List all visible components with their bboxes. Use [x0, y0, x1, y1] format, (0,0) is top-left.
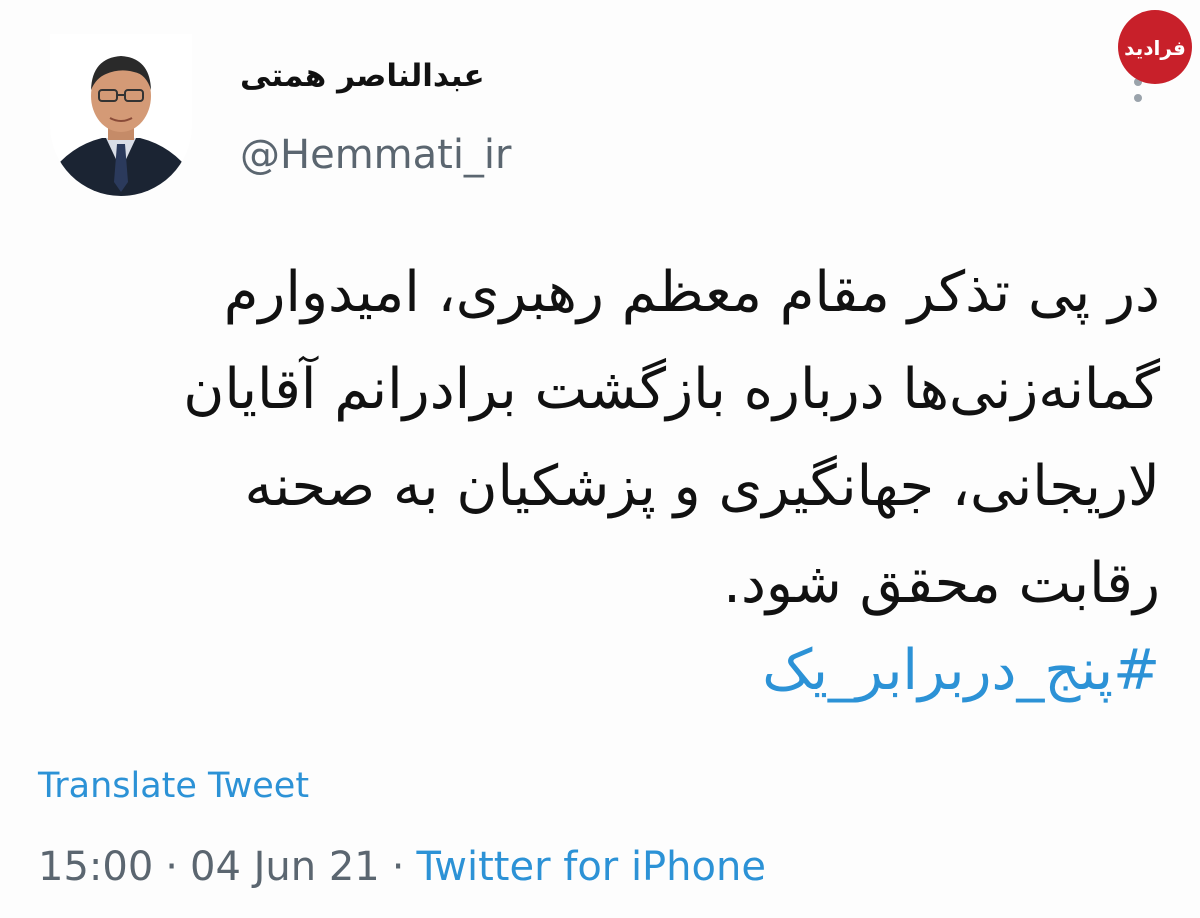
svg-text:فرادید: فرادید [1124, 36, 1186, 60]
tweet-text-line: لاریجانی، جهانگیری و پزشکیان به صحنه [244, 454, 1160, 519]
tweet-source-link[interactable]: Twitter for iPhone [416, 844, 766, 890]
tweet-meta: 15:00 · 04 Jun 21 · Twitter for iPhone [38, 844, 766, 890]
tweet-time[interactable]: 15:00 [38, 844, 153, 890]
profile-photo-icon [50, 34, 192, 196]
meta-separator: · [165, 844, 178, 890]
avatar[interactable] [50, 34, 192, 196]
watermark-logo: فرادید [1116, 8, 1194, 86]
tweet-card: عبدالناصر همتی @Hemmati_ir فرادید در پی … [0, 0, 1200, 918]
author-handle[interactable]: @Hemmati_ir [240, 132, 511, 178]
hashtag-link[interactable]: #پنج_دربرابر_یک [762, 638, 1160, 703]
tweet-date[interactable]: 04 Jun 21 [190, 844, 380, 890]
tweet-text-line: گمانه‌زنی‌ها درباره بازگشت برادرانم آقای… [183, 357, 1160, 422]
tweet-text-line: در پی تذکر مقام معظم رهبری، امیدوارم [223, 260, 1160, 325]
meta-separator: · [391, 844, 405, 890]
tweet-text-line: رقابت محقق شود. [723, 551, 1160, 616]
author-display-name[interactable]: عبدالناصر همتی [240, 58, 485, 94]
tweet-text: در پی تذکر مقام معظم رهبری، امیدوارم گما… [170, 244, 1160, 632]
translate-tweet-link[interactable]: Translate Tweet [38, 766, 309, 806]
